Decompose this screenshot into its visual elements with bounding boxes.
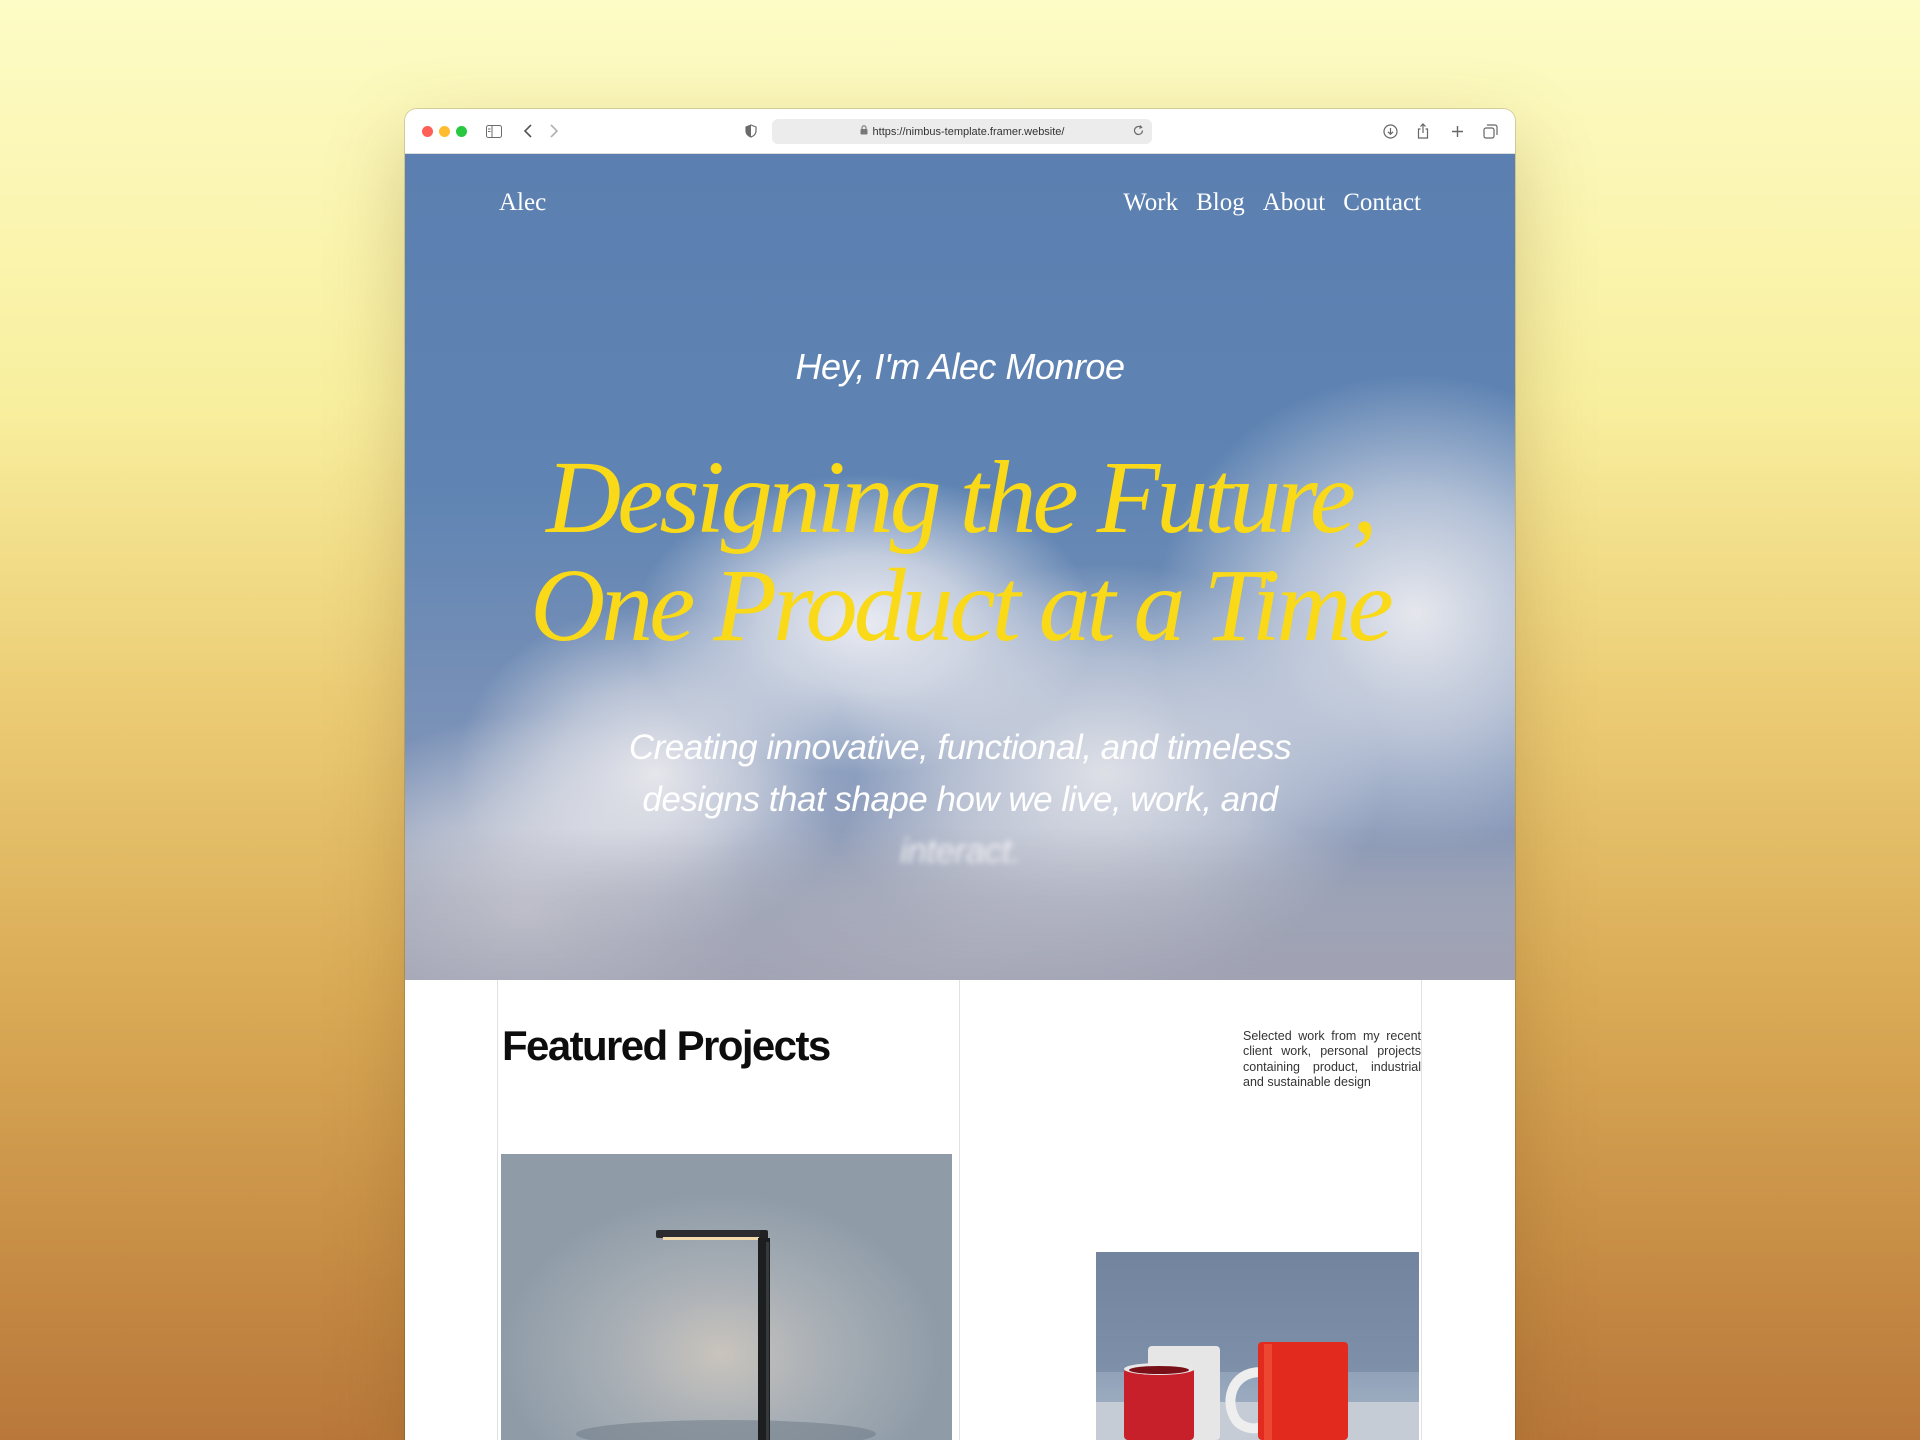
site-logo[interactable]: Alec: [499, 189, 546, 217]
sidebar-icon[interactable]: [484, 121, 504, 141]
featured-projects-description: Selected work from my recent client work…: [1243, 1028, 1421, 1090]
close-window-button[interactable]: [422, 126, 433, 137]
hero-title: Designing the Future, One Product at a T…: [530, 440, 1394, 663]
hero-section: Alec Work Blog About Contact Hey, I'm Al…: [405, 154, 1515, 980]
minimize-window-button[interactable]: [439, 126, 450, 137]
nav-link-work[interactable]: Work: [1123, 189, 1178, 217]
main-nav: Work Blog About Contact: [1123, 189, 1421, 217]
lock-icon: [860, 125, 868, 138]
project-image-mugs[interactable]: [1096, 1252, 1419, 1440]
back-icon[interactable]: [518, 121, 538, 141]
hero-blur-overlay: [405, 829, 1515, 980]
browser-toolbar: https://nimbus-template.framer.website/: [405, 109, 1515, 154]
grid-divider: [959, 980, 960, 1440]
forward-icon[interactable]: [544, 121, 564, 141]
grid-divider: [497, 980, 498, 1440]
zoom-window-button[interactable]: [456, 126, 467, 137]
url-text: https://nimbus-template.framer.website/: [872, 125, 1065, 138]
featured-projects-section: Featured Projects Selected work from my …: [405, 980, 1515, 1440]
nav-link-about[interactable]: About: [1263, 189, 1326, 217]
browser-window: https://nimbus-template.framer.website/ …: [405, 109, 1515, 1440]
download-icon[interactable]: [1380, 121, 1400, 141]
project-image-lamp[interactable]: [501, 1154, 952, 1440]
grid-divider: [1421, 980, 1422, 1440]
hero-intro: Hey, I'm Alec Monroe: [795, 346, 1125, 387]
share-icon[interactable]: [1413, 121, 1433, 141]
tabs-overview-icon[interactable]: [1480, 121, 1500, 141]
new-tab-icon[interactable]: [1447, 121, 1467, 141]
privacy-shield-icon[interactable]: [741, 121, 761, 141]
nav-link-contact[interactable]: Contact: [1343, 189, 1421, 217]
address-bar[interactable]: https://nimbus-template.framer.website/: [772, 119, 1152, 144]
nav-link-blog[interactable]: Blog: [1196, 189, 1245, 217]
featured-projects-title: Featured Projects: [502, 1022, 831, 1069]
reload-icon[interactable]: [1132, 124, 1146, 138]
